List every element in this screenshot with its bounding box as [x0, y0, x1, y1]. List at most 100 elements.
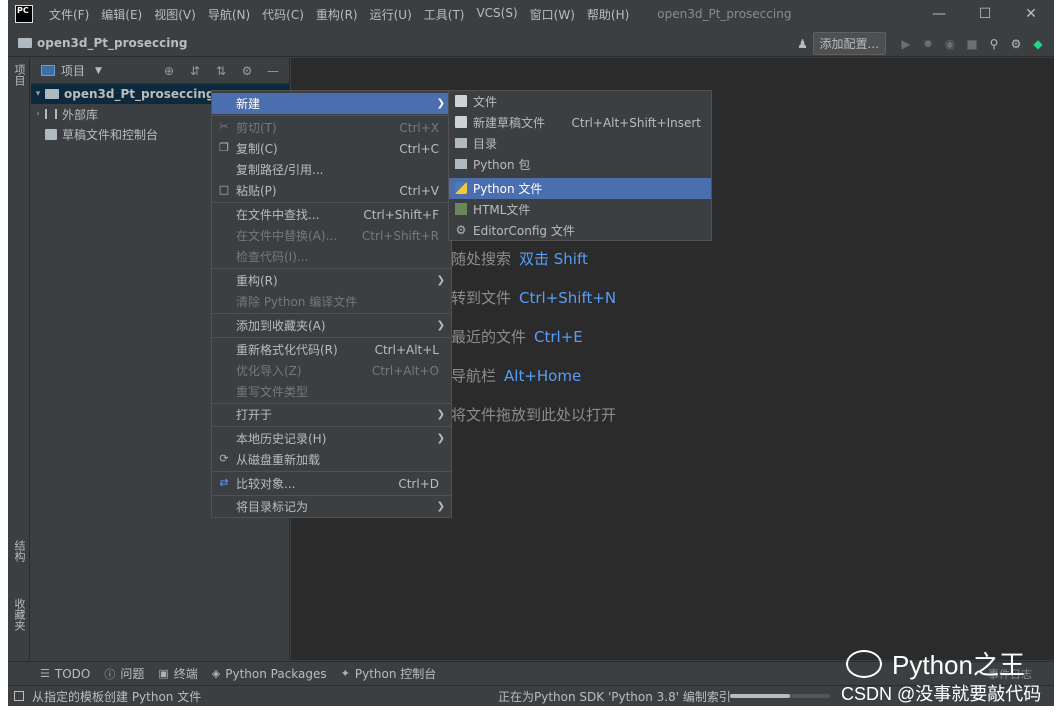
chevron-right-icon: ❯	[436, 409, 445, 420]
menu-item-copy-path[interactable]: 复制路径/引用...	[212, 159, 451, 180]
locate-icon[interactable]: ⊕	[159, 62, 179, 80]
menu-view[interactable]: 视图(V)	[148, 6, 202, 23]
tab-terminal[interactable]: ▣ 终端	[158, 665, 197, 682]
tab-python-console[interactable]: ✦ Python 控制台	[341, 665, 437, 682]
submenu-item-file[interactable]: 文件	[449, 91, 711, 112]
maximize-button[interactable]: ☐	[962, 0, 1008, 28]
gear-icon[interactable]: ⚙	[237, 62, 257, 80]
gear-icon: ⚙	[455, 223, 467, 237]
menu-item-add-to-favorites[interactable]: 添加到收藏夹(A) ❯	[212, 315, 451, 336]
menu-item-label: 剪切(T)	[236, 121, 277, 135]
menu-file[interactable]: 文件(F)	[43, 6, 95, 23]
submenu-item-shortcut: Ctrl+Alt+Shift+Insert	[571, 115, 701, 130]
chevron-right-icon: ❯	[436, 433, 445, 444]
menu-bar: PC 文件(F) 编辑(E) 视图(V) 导航(N) 代码(C) 重构(R) 运…	[8, 0, 1054, 28]
submenu-item-label: HTML文件	[473, 203, 531, 217]
menu-code[interactable]: 代码(C)	[256, 6, 310, 23]
menu-item-inspect-code[interactable]: 检查代码(I)...	[212, 246, 451, 267]
menu-item-shortcut: Ctrl+C	[399, 141, 439, 156]
hint-text: 随处搜索	[451, 250, 512, 268]
menu-item-override-file-type[interactable]: 重写文件类型	[212, 381, 451, 402]
menu-refactor[interactable]: 重构(R)	[310, 6, 364, 23]
gear-icon[interactable]: ⚙	[1006, 34, 1026, 54]
close-button[interactable]: ✕	[1008, 0, 1054, 28]
library-icon	[45, 109, 57, 119]
layout-toggle-icon[interactable]	[14, 691, 24, 701]
menu-item-shortcut: Ctrl+D	[398, 476, 439, 491]
add-configuration-button[interactable]: 添加配置...	[812, 32, 886, 55]
folder-icon	[18, 37, 32, 48]
menu-item-label: 比较对象...	[236, 477, 296, 491]
menu-item-clean-python-compiled[interactable]: 清除 Python 编译文件	[212, 291, 451, 312]
submenu-item-label: EditorConfig 文件	[473, 224, 575, 238]
menu-item-copy[interactable]: ❐ 复制(C) Ctrl+C	[212, 138, 451, 159]
hide-icon[interactable]: —	[263, 62, 283, 80]
tab-project[interactable]: 项目	[10, 64, 28, 86]
scratch-file-icon	[455, 116, 467, 128]
watermark-csdn: CSDN @没事就要敲代码	[841, 684, 1042, 704]
watermark-brand: Python之王	[846, 645, 1025, 682]
minimize-button[interactable]: —	[916, 0, 962, 28]
submenu-item-html-file[interactable]: HTML文件	[449, 199, 711, 220]
pycharm-logo: PC	[15, 5, 33, 23]
scratches-icon	[45, 128, 57, 140]
user-icon[interactable]: ♟	[793, 34, 813, 54]
run-icon[interactable]: ▶	[896, 34, 916, 54]
menu-navigate[interactable]: 导航(N)	[202, 6, 256, 23]
menu-item-mark-directory-as[interactable]: 将目录标记为 ❯	[212, 496, 451, 517]
submenu-item-editorconfig[interactable]: ⚙ EditorConfig 文件	[449, 220, 711, 241]
tab-structure[interactable]: 结构	[10, 540, 28, 562]
menu-item-cut[interactable]: ✂ 剪切(T) Ctrl+X	[212, 117, 451, 138]
search-icon[interactable]: ⚲	[984, 34, 1004, 54]
submenu-item-python-package[interactable]: Python 包	[449, 154, 711, 175]
menu-item-find-in-files[interactable]: 在文件中查找... Ctrl+Shift+F	[212, 204, 451, 225]
stop-icon[interactable]: ■	[962, 34, 982, 54]
menu-item-compare-with[interactable]: ⇄ 比较对象... Ctrl+D	[212, 473, 451, 494]
plugin-icon[interactable]: ◆	[1028, 34, 1048, 54]
menu-help[interactable]: 帮助(H)	[581, 6, 635, 23]
expand-all-icon[interactable]: ⇵	[185, 62, 205, 80]
menu-run[interactable]: 运行(U)	[364, 6, 418, 23]
menu-window[interactable]: 窗口(W)	[524, 6, 581, 23]
project-panel-title[interactable]: 项目	[61, 62, 85, 79]
chevron-right-icon[interactable]: ›	[31, 109, 45, 119]
coverage-icon[interactable]: ◉	[940, 34, 960, 54]
menu-item-local-history[interactable]: 本地历史记录(H) ❯	[212, 428, 451, 449]
submenu-item-directory[interactable]: 目录	[449, 133, 711, 154]
debug-icon[interactable]: ✸	[918, 34, 938, 54]
project-view-icon	[41, 65, 55, 76]
menu-item-optimize-imports[interactable]: 优化导入(Z) Ctrl+Alt+O	[212, 360, 451, 381]
chevron-right-icon: ❯	[436, 98, 445, 109]
menu-divider	[212, 202, 451, 203]
tab-favorites[interactable]: 收藏夹	[10, 598, 28, 631]
menu-item-new[interactable]: 新建 ❯	[212, 93, 451, 114]
tab-python-packages[interactable]: ◈ Python Packages	[212, 667, 327, 681]
tab-problems[interactable]: ⓘ 问题	[104, 665, 144, 682]
scissors-icon: ✂	[219, 120, 229, 133]
breadcrumb-project[interactable]: open3d_Pt_proseccing	[37, 36, 188, 50]
submenu-item-python-file[interactable]: Python 文件	[449, 178, 711, 199]
menu-item-open-in[interactable]: 打开于 ❯	[212, 404, 451, 425]
folder-icon	[45, 89, 59, 99]
menu-item-reload-from-disk[interactable]: ⟳ 从磁盘重新加载	[212, 449, 451, 470]
chevron-down-icon[interactable]: ▾	[31, 89, 45, 99]
menu-tools[interactable]: 工具(T)	[418, 6, 471, 23]
collapse-all-icon[interactable]: ⇅	[211, 62, 231, 80]
indexing-status: 正在为Python SDK 'Python 3.8' 编制索引	[498, 689, 731, 704]
menu-edit[interactable]: 编辑(E)	[95, 6, 148, 23]
tab-todo[interactable]: ☰ TODO	[40, 667, 90, 681]
tree-item-label: 草稿文件和控制台	[62, 127, 159, 142]
hint-text: 将文件拖放到此处以打开	[451, 406, 617, 424]
menu-item-refactor[interactable]: 重构(R) ❯	[212, 270, 451, 291]
menu-vcs[interactable]: VCS(S)	[470, 6, 523, 23]
compare-icon: ⇄	[219, 476, 229, 489]
menu-item-paste[interactable]: □ 粘贴(P) Ctrl+V	[212, 180, 451, 201]
python-console-icon: ✦	[340, 667, 350, 680]
chevron-down-icon[interactable]: ▼	[95, 66, 102, 76]
menu-item-label: 清除 Python 编译文件	[236, 295, 358, 309]
tab-project-label: 项目	[13, 64, 26, 86]
tree-item-label: open3d_Pt_proseccing	[64, 87, 215, 101]
menu-item-replace-in-files[interactable]: 在文件中替换(A)... Ctrl+Shift+R	[212, 225, 451, 246]
submenu-item-scratch-file[interactable]: 新建草稿文件 Ctrl+Alt+Shift+Insert	[449, 112, 711, 133]
menu-item-reformat-code[interactable]: 重新格式化代码(R) Ctrl+Alt+L	[212, 339, 451, 360]
